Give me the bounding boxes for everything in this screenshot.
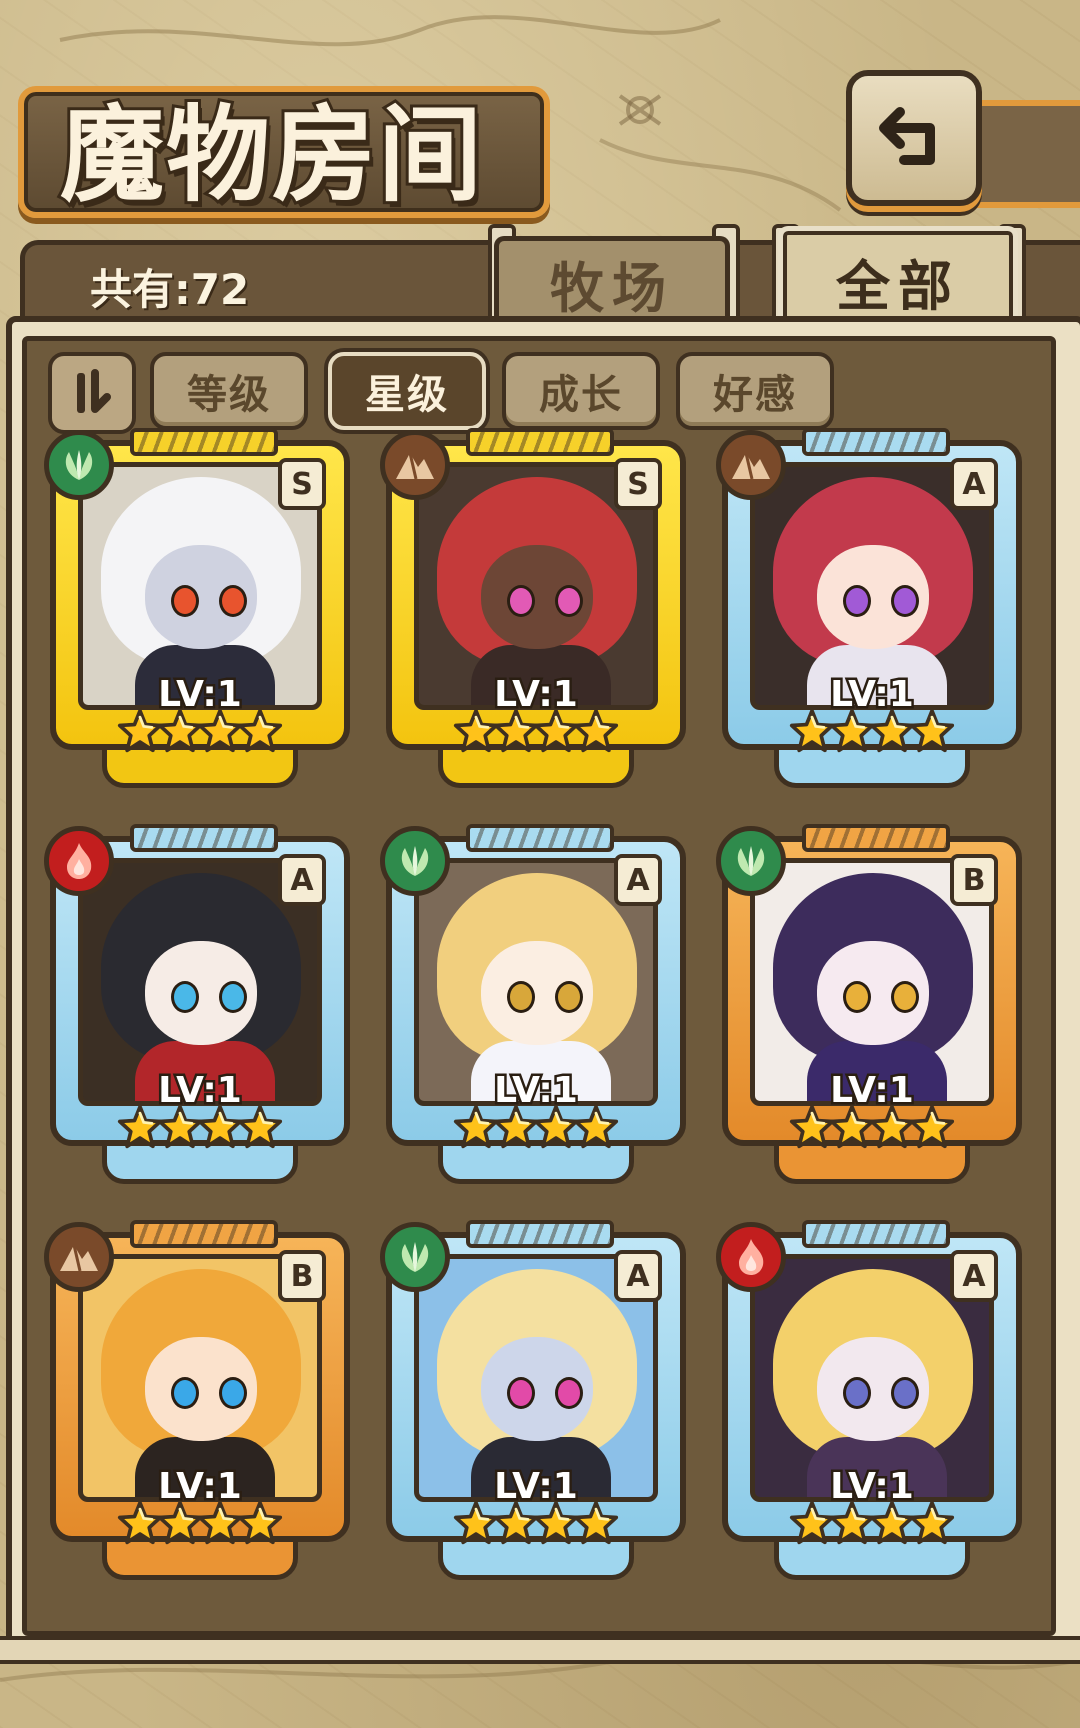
star-icon xyxy=(237,1104,283,1150)
page-title: 魔物房间 xyxy=(57,90,485,219)
star-icon xyxy=(573,708,619,754)
tab-ranch[interactable]: 牧场 xyxy=(494,236,730,325)
star-icon xyxy=(909,1500,955,1546)
back-button[interactable] xyxy=(846,70,982,206)
fire-element-icon xyxy=(716,1222,786,1292)
rank-badge: A xyxy=(614,1250,662,1302)
card-rail xyxy=(130,428,278,456)
earth-element-icon xyxy=(380,430,450,500)
nature-element-icon xyxy=(380,1222,450,1292)
star-rating xyxy=(446,1500,626,1560)
star-rating xyxy=(110,708,290,768)
nature-element-icon xyxy=(380,826,450,896)
star-rating xyxy=(782,1500,962,1560)
earth-element-icon xyxy=(44,1222,114,1292)
card-rail xyxy=(466,824,614,852)
earth-element-icon xyxy=(716,430,786,500)
star-icon xyxy=(909,708,955,754)
rank-badge: S xyxy=(278,458,326,510)
nature-element-icon xyxy=(716,826,786,896)
rank-badge: B xyxy=(278,1250,326,1302)
rank-badge: A xyxy=(278,854,326,906)
monster-card[interactable]: B LV:1 xyxy=(716,824,1022,1186)
monster-card[interactable]: S LV:1 xyxy=(44,428,350,790)
sort-order-toggle[interactable] xyxy=(48,352,136,434)
sort-button-star[interactable]: 星级 xyxy=(328,352,486,430)
bottom-trim xyxy=(0,1636,1080,1664)
card-rail xyxy=(130,1220,278,1248)
star-icon xyxy=(573,1104,619,1150)
star-icon xyxy=(909,1104,955,1150)
rank-badge: B xyxy=(950,854,998,906)
monster-card[interactable]: A LV:1 xyxy=(380,824,686,1186)
card-rail xyxy=(802,428,950,456)
rank-badge: A xyxy=(950,458,998,510)
card-rail xyxy=(466,1220,614,1248)
sort-button-growth[interactable]: 成长 xyxy=(502,352,660,430)
sort-button-level[interactable]: 等级 xyxy=(150,352,308,430)
monster-card[interactable]: A LV:1 xyxy=(380,1220,686,1582)
card-rail xyxy=(130,824,278,852)
return-icon xyxy=(879,107,935,165)
monster-card[interactable]: A LV:1 xyxy=(716,1220,1022,1582)
nature-element-icon xyxy=(44,430,114,500)
star-rating xyxy=(446,1104,626,1164)
monster-card[interactable]: S LV:1 xyxy=(380,428,686,790)
rank-badge: A xyxy=(950,1250,998,1302)
monster-card[interactable]: A LV:1 xyxy=(44,824,350,1186)
card-rail xyxy=(466,428,614,456)
fire-element-icon xyxy=(44,826,114,896)
star-rating xyxy=(110,1500,290,1560)
star-rating xyxy=(110,1104,290,1164)
sort-order-icon xyxy=(77,369,111,413)
star-rating xyxy=(782,708,962,768)
monster-card[interactable]: A LV:1 xyxy=(716,428,1022,790)
card-rail xyxy=(802,1220,950,1248)
rank-badge: A xyxy=(614,854,662,906)
star-icon xyxy=(237,1500,283,1546)
card-rail xyxy=(802,824,950,852)
star-rating xyxy=(446,708,626,768)
star-icon xyxy=(573,1500,619,1546)
star-icon xyxy=(237,708,283,754)
star-rating xyxy=(782,1104,962,1164)
rank-badge: S xyxy=(614,458,662,510)
monster-card[interactable]: B LV:1 xyxy=(44,1220,350,1582)
monster-count: 共有:72 xyxy=(90,265,250,314)
sort-button-affection[interactable]: 好感 xyxy=(676,352,834,430)
